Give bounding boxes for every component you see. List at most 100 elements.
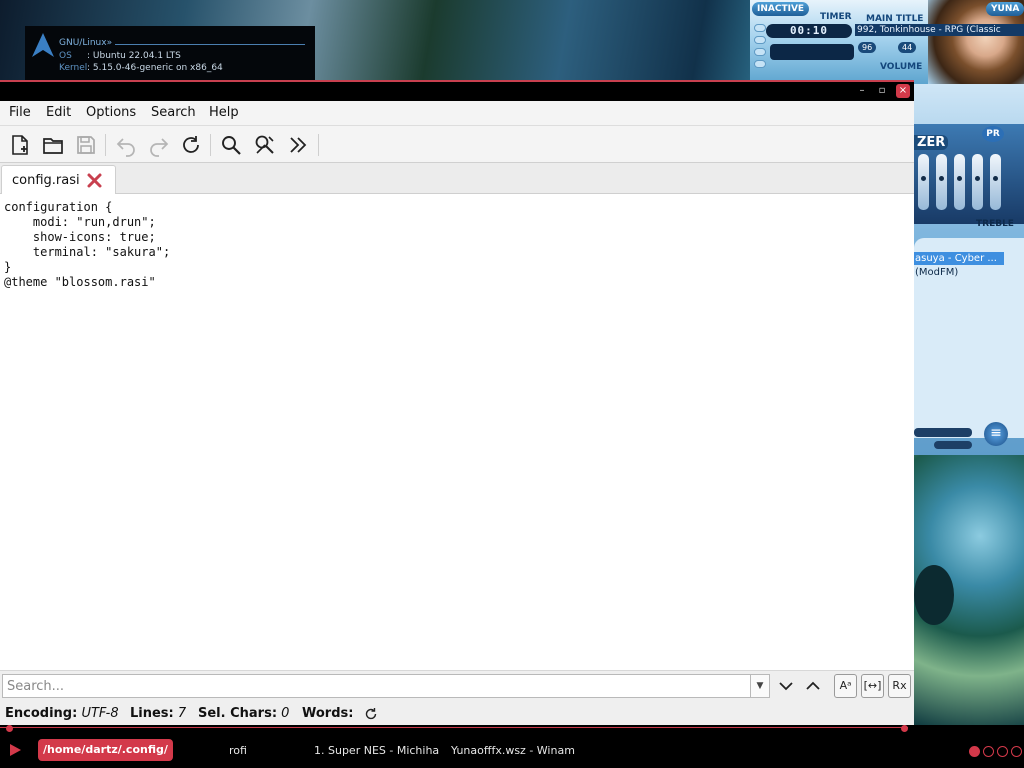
main-title-label: MAIN TITLE	[866, 14, 924, 24]
taskbar: /home/dartz/.config/ rofi 1. Super NES -…	[0, 725, 1024, 768]
taskbar-task[interactable]: rofi	[229, 744, 247, 757]
taskbar-accent-line	[0, 727, 908, 728]
accent-dot	[6, 725, 13, 732]
sel-chars-label: Sel. Chars:	[198, 706, 278, 721]
winamp-equalizer-playlist[interactable]: ZER PR TREBLE asuya - Cyber ... (ModFM) …	[914, 84, 1024, 455]
redo-icon[interactable]	[147, 133, 171, 157]
eq-slider[interactable]	[990, 154, 1001, 210]
playlist-panel[interactable]: asuya - Cyber ... (ModFM)	[914, 238, 1024, 438]
toolbar-separator	[210, 134, 211, 156]
taskbar-task[interactable]: Yunaofffx.wsz - Winam	[451, 744, 575, 757]
text-editor-window: – ▫ × File Edit Options Search Help conf…	[0, 80, 914, 727]
new-file-icon[interactable]	[8, 133, 32, 157]
taskbar-active-task[interactable]: /home/dartz/.config/	[38, 739, 173, 761]
code-line[interactable]: @theme "blossom.rasi"	[4, 275, 170, 290]
track-title: 992, Tonkinhouse - RPG (Classic	[855, 24, 1024, 36]
more-icon[interactable]	[286, 133, 310, 157]
playlist-menu-button[interactable]: ≡	[984, 422, 1008, 446]
toolbar	[0, 125, 914, 163]
lines-value: 7	[177, 706, 187, 721]
playlist-scroll-bar[interactable]	[914, 428, 972, 437]
winamp-button[interactable]	[754, 60, 766, 68]
regex-toggle[interactable]: Rx	[888, 674, 911, 698]
reload-icon[interactable]	[179, 133, 203, 157]
menu-file[interactable]: File	[9, 105, 31, 120]
menu-bar: File Edit Options Search Help	[0, 101, 914, 125]
tab-bar: config.rasi	[0, 163, 914, 194]
find-icon[interactable]	[219, 133, 243, 157]
sysinfo-os-label: OS	[59, 51, 72, 61]
search-history-dropdown[interactable]: ▼	[751, 674, 770, 698]
equalizer-label: ZER	[914, 135, 949, 150]
sysinfo-title: GNU/Linux»	[59, 38, 113, 48]
sel-chars-value: 0	[281, 706, 290, 721]
save-icon[interactable]	[74, 133, 98, 157]
whole-word-toggle[interactable]: [↔]	[861, 674, 884, 698]
workspace-indicator[interactable]	[997, 746, 1008, 757]
winamp-button[interactable]	[754, 48, 766, 56]
eq-slider[interactable]	[918, 154, 929, 210]
code-line[interactable]: }	[4, 260, 170, 275]
sel-chars-status: Sel. Chars: 0	[198, 706, 289, 721]
system-info-widget: GNU/Linux» OS : Ubuntu 22.04.1 LTS Kernel…	[25, 26, 315, 81]
play-icon[interactable]	[10, 744, 21, 756]
code-line[interactable]: configuration {	[4, 200, 170, 215]
sysinfo-kernel-row: Kernel: 5.15.0-46-generic on x86_64	[59, 63, 223, 73]
eq-slider[interactable]	[936, 154, 947, 210]
inactive-badge: INACTIVE	[752, 2, 810, 16]
chevron-up-icon[interactable]	[802, 675, 824, 697]
sysinfo-os-value: : Ubuntu 22.04.1 LTS	[87, 51, 181, 61]
menu-help[interactable]: Help	[209, 105, 239, 120]
visualizer[interactable]	[770, 44, 854, 60]
encoding-label: Encoding:	[5, 706, 78, 721]
code-line[interactable]: modi: "run,drun";	[4, 215, 170, 230]
tab-label: config.rasi	[12, 173, 80, 188]
presets-button[interactable]: PR	[982, 126, 1004, 142]
winamp-player[interactable]: INACTIVE YUNA TIMER MAIN TITLE 992, Tonk…	[750, 0, 1024, 84]
minimize-button[interactable]: –	[855, 84, 869, 98]
menu-edit[interactable]: Edit	[46, 105, 71, 120]
lines-status: Lines: 7	[130, 706, 186, 721]
window-titlebar[interactable]: – ▫ ×	[0, 82, 914, 101]
lines-label: Lines:	[130, 706, 174, 721]
playlist-position-bar[interactable]	[934, 441, 972, 449]
playlist-item[interactable]: (ModFM)	[914, 266, 1024, 279]
undo-icon[interactable]	[114, 133, 138, 157]
treble-label: TREBLE	[976, 219, 1014, 229]
match-case-toggle[interactable]: Aᵃ	[834, 674, 857, 698]
words-label: Words:	[302, 706, 354, 721]
search-input[interactable]	[2, 674, 751, 698]
code-line[interactable]: show-icons: true;	[4, 230, 170, 245]
volume-label: VOLUME	[880, 62, 923, 72]
sysinfo-kernel-label: Kernel	[59, 63, 88, 73]
yuna-badge: YUNA	[986, 2, 1024, 16]
winamp-button[interactable]	[754, 36, 766, 44]
encoding-value: UTF-8	[81, 706, 119, 721]
open-file-icon[interactable]	[41, 133, 65, 157]
eq-slider[interactable]	[972, 154, 983, 210]
document-content[interactable]: configuration { modi: "run,drun"; show-i…	[4, 200, 170, 290]
kbps-readout: 96	[858, 42, 877, 53]
menu-options[interactable]: Options	[86, 105, 136, 120]
close-tab-icon[interactable]	[86, 172, 103, 189]
sysinfo-rule	[115, 44, 305, 45]
sysinfo-os-row: OS : Ubuntu 22.04.1 LTS	[59, 51, 181, 61]
winamp-button[interactable]	[754, 24, 766, 32]
workspace-indicator[interactable]	[969, 746, 980, 757]
workspace-indicator[interactable]	[1011, 746, 1022, 757]
playlist-item[interactable]: asuya - Cyber ...	[914, 252, 1004, 265]
menu-search[interactable]: Search	[151, 105, 196, 120]
chevron-down-icon[interactable]	[775, 675, 797, 697]
maximize-button[interactable]: ▫	[875, 84, 889, 98]
editor-text-area[interactable]: configuration { modi: "run,drun"; show-i…	[0, 194, 914, 668]
refresh-word-count-icon[interactable]	[364, 707, 378, 721]
toolbar-separator	[105, 134, 106, 156]
workspace-indicator[interactable]	[983, 746, 994, 757]
khz-readout: 44	[898, 42, 917, 53]
close-window-button[interactable]: ×	[896, 84, 910, 98]
eq-slider[interactable]	[954, 154, 965, 210]
tab-config-rasi[interactable]: config.rasi	[1, 165, 116, 194]
taskbar-task[interactable]: 1. Super NES - Michiha	[314, 744, 439, 757]
find-replace-icon[interactable]	[253, 133, 277, 157]
code-line[interactable]: terminal: "sakura";	[4, 245, 170, 260]
